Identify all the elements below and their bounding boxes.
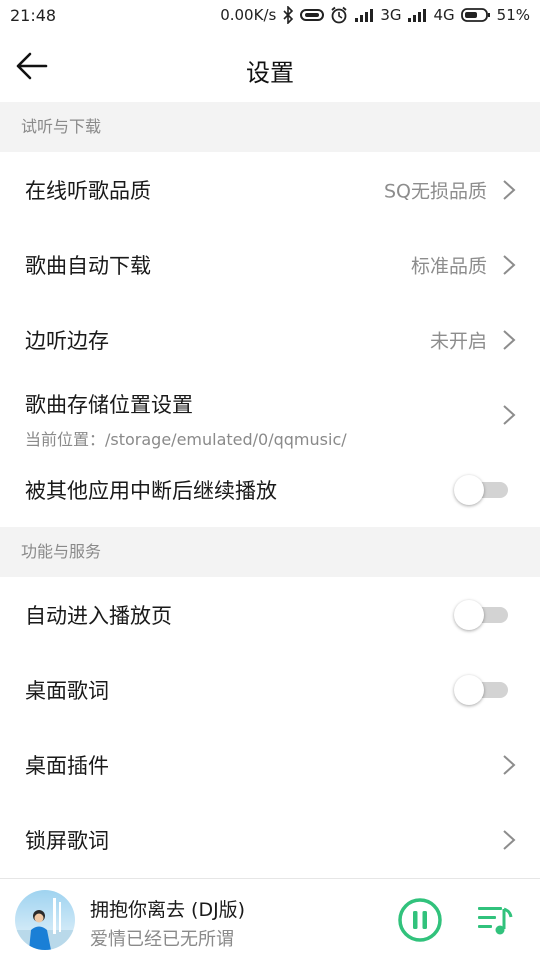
chevron-right-icon [503, 329, 516, 350]
page-title: 设置 [246, 59, 294, 87]
playlist-icon [478, 907, 513, 935]
row-label: 桌面插件 [25, 753, 109, 778]
alarm-icon [330, 6, 348, 24]
row-lockscreen-lyrics[interactable]: 锁屏歌词 [0, 802, 540, 877]
row-label: 被其他应用中断后继续播放 [25, 478, 277, 503]
section-header-listen-download: 试听与下载 [0, 102, 540, 152]
row-label: 歌曲存储位置设置 [25, 393, 193, 417]
status-indicators: 0.00K/s 3G 4G 51% [220, 6, 530, 24]
chevron-right-icon [503, 754, 516, 775]
row-auto-download[interactable]: 歌曲自动下载 标准品质 [0, 227, 540, 302]
pause-icon [398, 898, 442, 942]
desktop-lyrics-toggle[interactable] [454, 674, 508, 705]
battery-icon [460, 8, 491, 22]
playlist-button[interactable] [476, 903, 514, 937]
network-type-2: 4G [433, 6, 455, 24]
song-artist: 爱情已经已无所谓 [90, 929, 234, 950]
signal-icon-2 [407, 8, 427, 22]
toggle-knob [454, 599, 484, 630]
row-label: 在线听歌品质 [25, 178, 151, 203]
row-desktop-widget[interactable]: 桌面插件 [0, 727, 540, 802]
toggle-knob [454, 674, 484, 705]
chevron-right-icon [503, 829, 516, 850]
row-label: 歌曲自动下载 [25, 253, 151, 278]
battery-level: 51% [496, 6, 530, 24]
network-type-1: 3G [380, 6, 402, 24]
section-header-features-services: 功能与服务 [0, 527, 540, 577]
chevron-right-icon [503, 254, 516, 275]
row-auto-player-page: 自动进入播放页 [0, 577, 540, 652]
row-value: SQ无损品质 [383, 180, 487, 202]
row-online-quality[interactable]: 在线听歌品质 SQ无损品质 [0, 152, 540, 227]
row-label: 锁屏歌词 [25, 828, 109, 853]
bluetooth-icon [282, 6, 294, 24]
album-art[interactable] [15, 890, 75, 950]
storage-path: 当前位置：/storage/emulated/0/qqmusic/ [25, 430, 347, 449]
pause-button[interactable] [397, 897, 443, 943]
signal-icon-1 [354, 8, 374, 22]
resume-toggle[interactable] [454, 474, 508, 505]
status-bar: 21:48 0.00K/s 3G 4G 51% [0, 0, 540, 32]
status-time: 21:48 [10, 6, 57, 25]
row-value: 标准品质 [410, 255, 487, 277]
row-resume-after-interrupt: 被其他应用中断后继续播放 [0, 452, 540, 527]
row-storage-location[interactable]: 歌曲存储位置设置 当前位置：/storage/emulated/0/qqmusi… [0, 377, 540, 452]
row-cache-while-listening[interactable]: 边听边存 未开启 [0, 302, 540, 377]
row-desktop-lyrics: 桌面歌词 [0, 652, 540, 727]
song-title: 拥抱你离去 (DJ版) [90, 899, 246, 921]
nav-bar: 设置 [0, 32, 540, 102]
row-label: 桌面歌词 [25, 678, 109, 703]
mini-player-bar[interactable]: 拥抱你离去 (DJ版) 爱情已经已无所谓 [0, 878, 540, 960]
headset-icon [300, 8, 325, 22]
toggle-knob [454, 474, 484, 505]
row-label: 边听边存 [25, 328, 109, 353]
network-speed: 0.00K/s [220, 6, 277, 24]
auto-player-page-toggle[interactable] [454, 599, 508, 630]
row-label: 自动进入播放页 [25, 603, 172, 628]
chevron-right-icon [503, 404, 516, 425]
chevron-right-icon [503, 179, 516, 200]
row-value: 未开启 [429, 330, 487, 352]
